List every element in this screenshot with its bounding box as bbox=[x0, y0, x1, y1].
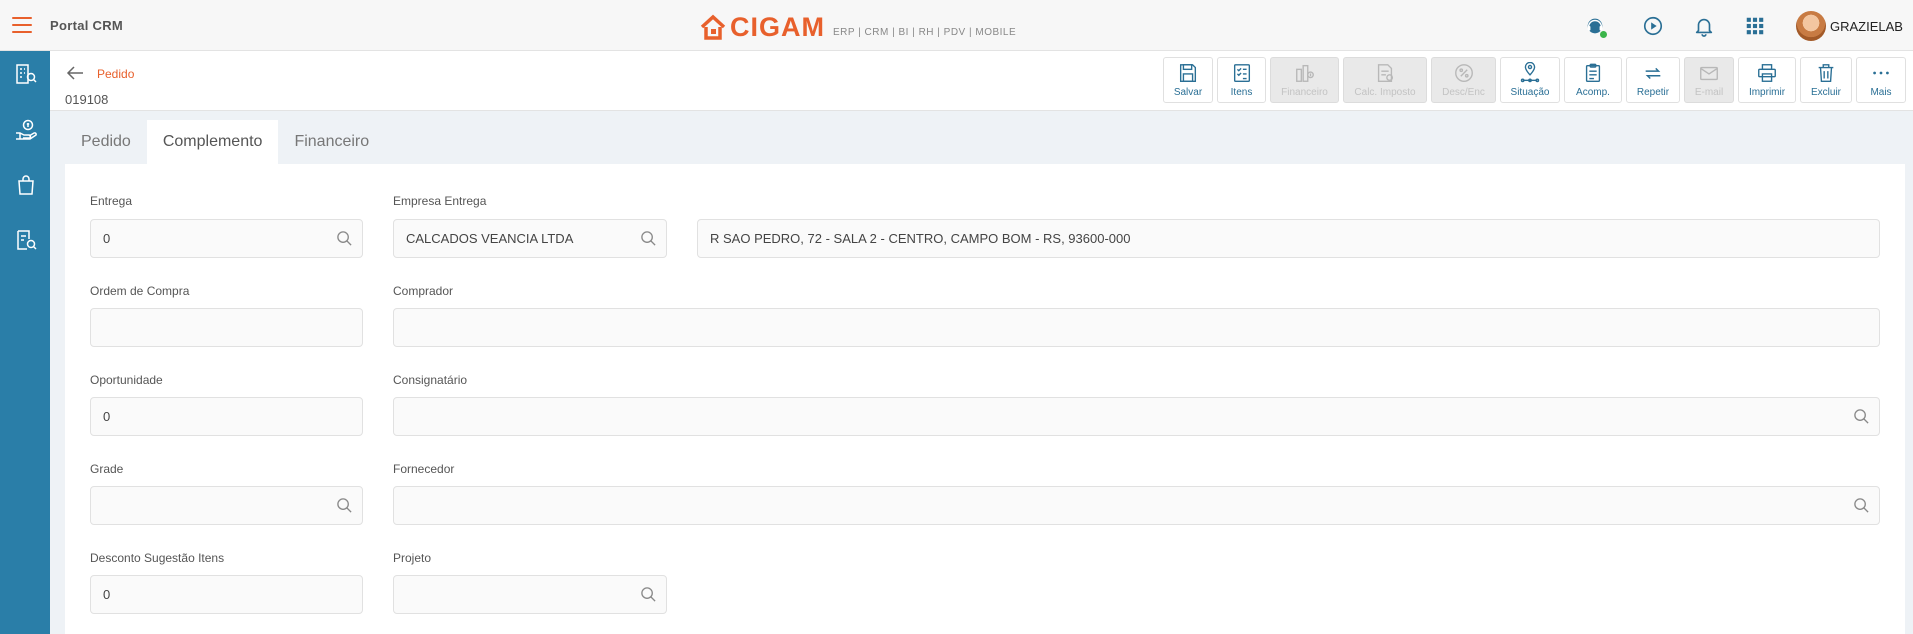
save-icon bbox=[1179, 64, 1197, 82]
grade-input[interactable] bbox=[90, 486, 363, 525]
apps-grid-icon[interactable] bbox=[1742, 13, 1768, 39]
finance-icon bbox=[1295, 64, 1314, 82]
tab-pedido[interactable]: Pedido bbox=[65, 120, 147, 164]
more-icon bbox=[1873, 71, 1889, 75]
calc-imposto-button: Calc. Imposto bbox=[1343, 57, 1427, 103]
tab-complemento[interactable]: Complemento bbox=[146, 120, 279, 164]
endereco-input[interactable]: R SAO PEDRO, 72 - SALA 2 - CENTRO, CAMPO… bbox=[697, 219, 1880, 258]
user-menu[interactable]: GRAZIELAB bbox=[1796, 11, 1903, 41]
comprador-label: Comprador bbox=[393, 284, 454, 298]
empresa-entrega-label: Empresa Entrega bbox=[393, 194, 487, 208]
consignatario-input[interactable] bbox=[393, 397, 1880, 436]
trash-icon bbox=[1818, 64, 1834, 82]
repetir-button[interactable]: Repetir bbox=[1626, 57, 1680, 103]
clipboard-icon bbox=[1585, 63, 1601, 82]
fornecedor-label: Fornecedor bbox=[393, 462, 455, 476]
cigam-logo: CIGAM ERP | CRM | BI | RH | PDV | MOBILE bbox=[700, 12, 1017, 42]
search-icon[interactable] bbox=[1853, 408, 1870, 425]
search-icon[interactable] bbox=[336, 497, 353, 514]
username: GRAZIELAB bbox=[1830, 18, 1903, 34]
email-icon bbox=[1700, 66, 1718, 81]
back-arrow-icon[interactable] bbox=[66, 65, 84, 81]
page-header: Pedido 019108 Salvar Itens Financeiro Ca… bbox=[50, 51, 1913, 111]
empresa-entrega-value: CALCADOS VEANCIA LTDA bbox=[406, 231, 574, 246]
breadcrumb[interactable]: Pedido bbox=[97, 67, 134, 81]
endereco-value: R SAO PEDRO, 72 - SALA 2 - CENTRO, CAMPO… bbox=[710, 231, 1131, 246]
building-search-icon bbox=[16, 64, 37, 84]
play-circle-icon[interactable] bbox=[1640, 13, 1666, 39]
document-search-icon bbox=[17, 230, 37, 250]
financeiro-button: Financeiro bbox=[1270, 57, 1339, 103]
action-toolbar: Salvar Itens Financeiro Calc. Imposto De… bbox=[1163, 57, 1906, 103]
ordem-compra-label: Ordem de Compra bbox=[90, 284, 190, 298]
entrega-value: 0 bbox=[103, 231, 111, 246]
delete-button[interactable]: Excluir bbox=[1800, 57, 1852, 103]
logo-text: CIGAM bbox=[730, 12, 825, 42]
print-button[interactable]: Imprimir bbox=[1738, 57, 1796, 103]
online-status-dot bbox=[1599, 30, 1608, 39]
hand-money-icon bbox=[16, 119, 37, 140]
menu-icon[interactable] bbox=[12, 17, 32, 33]
grade-label: Grade bbox=[90, 462, 124, 476]
repeat-icon bbox=[1645, 67, 1661, 80]
oportunidade-label: Oportunidade bbox=[90, 373, 163, 387]
sidebar-item-document-search[interactable] bbox=[13, 227, 39, 253]
more-button[interactable]: Mais bbox=[1856, 57, 1906, 103]
acompanhamento-button[interactable]: Acomp. bbox=[1564, 57, 1622, 103]
projeto-label: Projeto bbox=[393, 551, 432, 565]
search-icon[interactable] bbox=[336, 230, 353, 247]
complemento-form: Entrega 0 Empresa Entrega CALCADOS VEANC… bbox=[65, 164, 1905, 634]
avatar bbox=[1796, 11, 1826, 41]
location-pin-icon bbox=[1520, 62, 1540, 83]
percent-icon bbox=[1454, 64, 1473, 82]
entrega-input[interactable]: 0 bbox=[90, 219, 363, 258]
desconto-sugestao-input[interactable]: 0 bbox=[90, 575, 363, 614]
comprador-input[interactable] bbox=[393, 308, 1880, 347]
tab-bar: Pedido Complemento Financeiro bbox=[65, 120, 385, 164]
oportunidade-value: 0 bbox=[103, 409, 111, 424]
consignatario-label: Consignatário bbox=[393, 373, 468, 387]
desc-enc-button: Desc/Enc bbox=[1431, 57, 1496, 103]
items-button[interactable]: Itens bbox=[1217, 57, 1266, 103]
tax-calc-icon bbox=[1377, 64, 1394, 82]
logo-subtitle: ERP | CRM | BI | RH | PDV | MOBILE bbox=[833, 27, 1017, 38]
email-button: E-mail bbox=[1684, 57, 1734, 103]
sidebar bbox=[0, 51, 50, 634]
printer-icon bbox=[1758, 64, 1776, 82]
sidebar-item-hand-money[interactable] bbox=[13, 117, 39, 143]
situacao-button[interactable]: Situação bbox=[1500, 57, 1560, 103]
oportunidade-input[interactable]: 0 bbox=[90, 397, 363, 436]
house-logo-icon bbox=[700, 14, 726, 40]
search-icon[interactable] bbox=[1853, 497, 1870, 514]
sidebar-item-shopping-bag[interactable] bbox=[13, 172, 39, 198]
tab-financeiro[interactable]: Financeiro bbox=[278, 120, 385, 164]
document-number: 019108 bbox=[65, 92, 109, 107]
projeto-input[interactable] bbox=[393, 575, 667, 614]
save-button[interactable]: Salvar bbox=[1163, 57, 1213, 103]
desconto-sugestao-label: Desconto Sugestão Itens bbox=[90, 551, 225, 565]
entrega-label: Entrega bbox=[90, 194, 133, 208]
desconto-sugestao-value: 0 bbox=[103, 587, 111, 602]
support-headset-icon[interactable] bbox=[1582, 13, 1608, 39]
top-header: Portal CRM CIGAM ERP | CRM | BI | RH | P… bbox=[0, 0, 1913, 51]
search-icon[interactable] bbox=[640, 586, 657, 603]
shopping-bag-icon bbox=[18, 175, 34, 195]
sidebar-item-building-search[interactable] bbox=[13, 61, 39, 87]
checklist-icon bbox=[1233, 64, 1250, 82]
empresa-entrega-input[interactable]: CALCADOS VEANCIA LTDA bbox=[393, 219, 667, 258]
notification-bell-icon[interactable] bbox=[1691, 13, 1717, 39]
portal-title: Portal CRM bbox=[50, 18, 124, 33]
fornecedor-input[interactable] bbox=[393, 486, 1880, 525]
ordem-compra-input[interactable] bbox=[90, 308, 363, 347]
search-icon[interactable] bbox=[640, 230, 657, 247]
